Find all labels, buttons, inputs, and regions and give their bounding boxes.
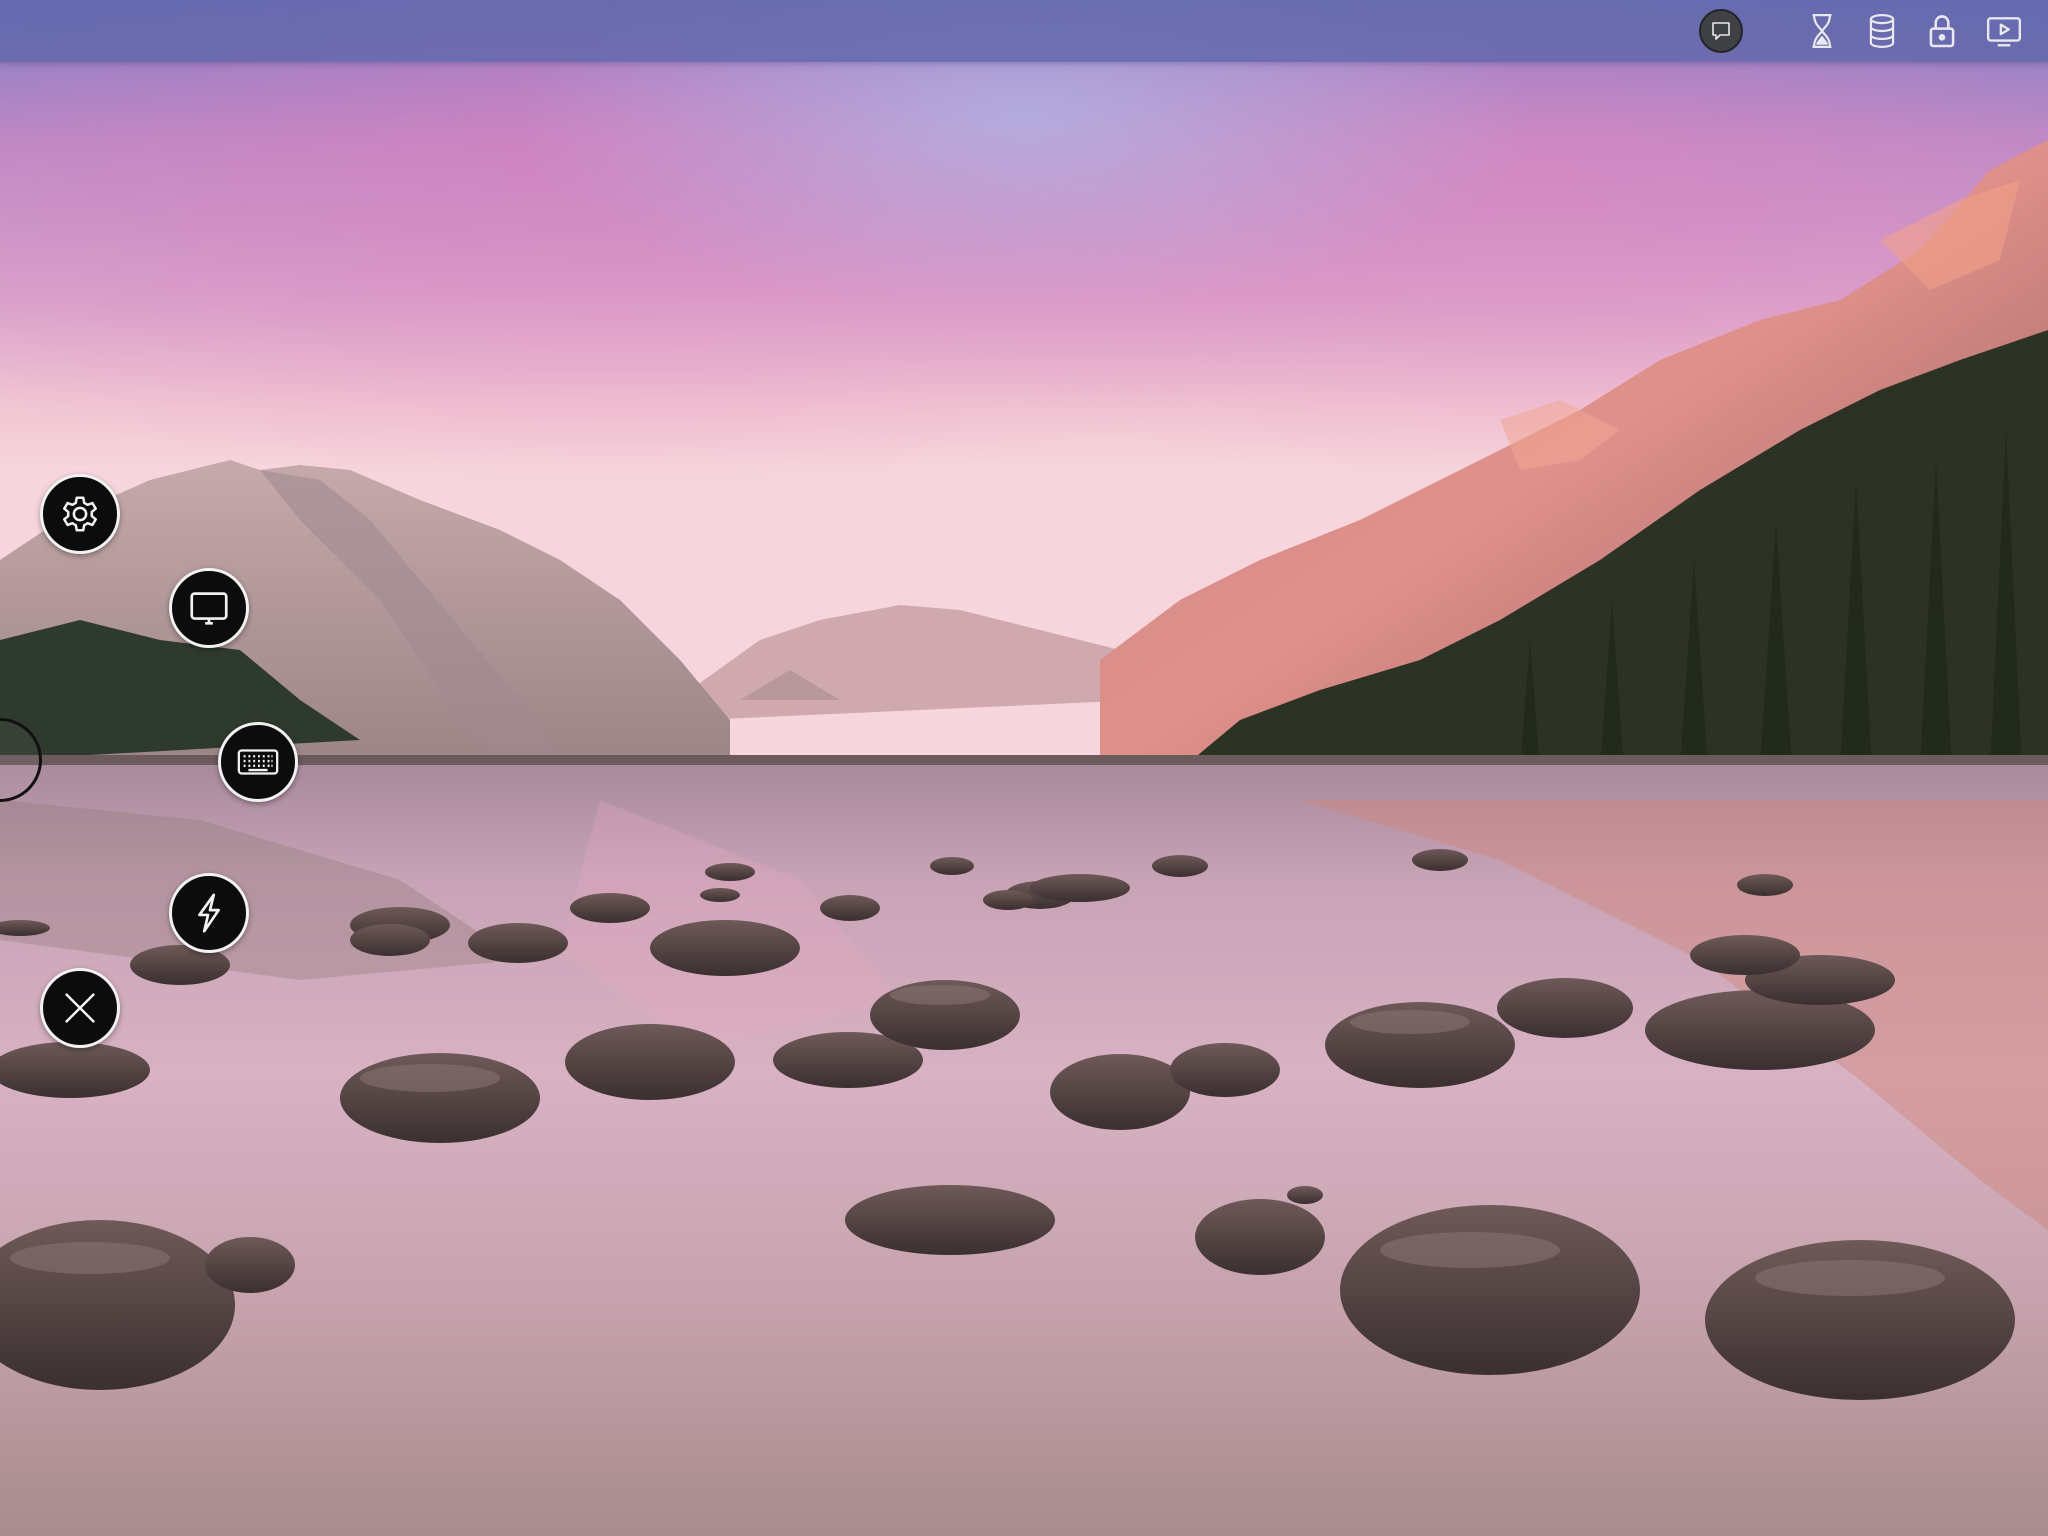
lightning-icon	[198, 893, 220, 933]
settings-button[interactable]	[40, 474, 120, 554]
database-icon[interactable]	[1859, 8, 1905, 54]
lock-icon[interactable]	[1919, 8, 1965, 54]
close-icon	[65, 993, 95, 1023]
remote-desktop-view[interactable]	[0, 0, 2048, 1536]
keyboard-icon	[237, 749, 279, 775]
keyboard-button[interactable]	[218, 722, 298, 802]
chat-bubble-icon[interactable]	[1699, 9, 1743, 53]
gear-icon	[63, 496, 97, 532]
close-button[interactable]	[40, 968, 120, 1048]
wallpaper-image	[0, 0, 2048, 1536]
top-toolbar	[0, 0, 2048, 62]
hourglass-icon[interactable]	[1799, 8, 1845, 54]
cast-play-icon[interactable]	[1981, 8, 2027, 54]
display-button[interactable]	[169, 568, 249, 648]
monitor-icon	[190, 592, 228, 625]
quick-actions-button[interactable]	[169, 873, 249, 953]
